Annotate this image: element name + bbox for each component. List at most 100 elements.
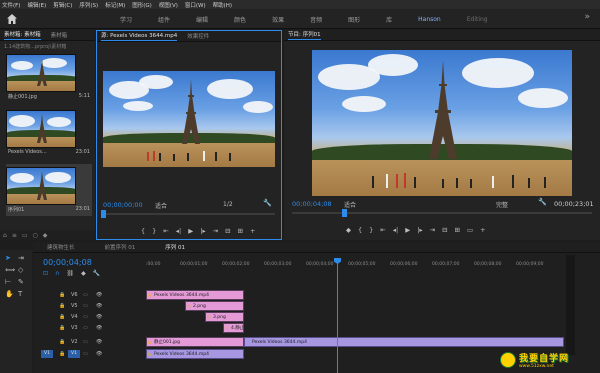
lock-icon[interactable]: 🔒: [59, 351, 65, 357]
menu-file[interactable]: 文件(F): [2, 1, 20, 9]
workspace-effects[interactable]: 效果: [272, 15, 284, 24]
source-resolution-select[interactable]: 1/2: [223, 201, 233, 208]
go-to-out-icon[interactable]: ⇥: [430, 226, 435, 234]
eye-icon[interactable]: 👁: [96, 303, 102, 309]
export-frame-icon[interactable]: ▭: [467, 226, 473, 234]
workspace-color[interactable]: 颜色: [234, 15, 246, 24]
workspace-audio[interactable]: 音频: [310, 15, 322, 24]
menu-sequence[interactable]: 序列(S): [79, 1, 98, 9]
mark-in-icon[interactable]: {: [141, 227, 145, 235]
wrench-icon[interactable]: 🔧: [538, 198, 547, 206]
sync-lock-icon[interactable]: ▭: [83, 303, 88, 309]
go-to-in-icon[interactable]: ⇤: [380, 226, 385, 234]
project-item-still[interactable]: 静止001.jpg 5:11: [6, 54, 92, 101]
menu-window[interactable]: 窗口(W): [185, 1, 206, 9]
lock-icon[interactable]: 🔒: [59, 314, 65, 320]
clip-v1-video[interactable]: Pexels Videos 3644.mp4: [146, 349, 244, 359]
menu-graphics[interactable]: 图形(G): [132, 1, 152, 9]
mark-out-icon[interactable]: }: [152, 227, 156, 235]
eye-icon[interactable]: 👁: [96, 314, 102, 320]
project-item-video[interactable]: Pexels Videos... 23:01: [6, 110, 92, 156]
workspace-hanson[interactable]: Hanson: [418, 16, 441, 23]
lock-icon[interactable]: 🔒: [59, 325, 65, 331]
add-button-icon[interactable]: +: [250, 227, 255, 235]
program-fit-select[interactable]: 适合: [344, 200, 356, 209]
timeline-playhead[interactable]: [337, 260, 338, 373]
slip-tool-icon[interactable]: ⊢: [5, 278, 11, 286]
clip-v3-still[interactable]: 4.静止: [223, 323, 244, 333]
tab-sequence-01[interactable]: 序列 01: [165, 243, 185, 251]
sync-lock-icon[interactable]: ▭: [83, 314, 88, 320]
clip-v6-video[interactable]: Pexels Videos 3644.mp4: [146, 290, 244, 300]
workspace-editing-en[interactable]: Editing: [467, 16, 488, 23]
play-icon[interactable]: ▶: [188, 227, 193, 235]
go-to-in-icon[interactable]: ⇤: [163, 227, 168, 235]
lock-icon[interactable]: ⌂: [3, 232, 7, 239]
step-back-icon[interactable]: ◂|: [176, 227, 181, 235]
list-view-icon[interactable]: ≡: [12, 232, 17, 239]
source-fit-select[interactable]: 适合: [155, 201, 167, 210]
workspace-assembly[interactable]: 组件: [158, 15, 170, 24]
menu-edit[interactable]: 编辑(E): [27, 1, 46, 9]
menu-view[interactable]: 视图(V): [159, 1, 178, 9]
program-quality-select[interactable]: 完整: [496, 200, 508, 209]
step-back-icon[interactable]: ◂|: [393, 226, 398, 234]
insert-icon[interactable]: ⊟: [225, 227, 230, 235]
home-icon[interactable]: [6, 13, 18, 25]
source-playhead[interactable]: [101, 210, 106, 218]
pen-tool-icon[interactable]: ✎: [18, 278, 24, 286]
clip-v5-2png[interactable]: 2.png: [185, 301, 244, 311]
selection-tool-icon[interactable]: ➤: [5, 254, 11, 262]
add-marker-icon[interactable]: ◆: [81, 270, 86, 277]
menu-help[interactable]: 帮助(H): [213, 1, 232, 9]
source-timecode[interactable]: 00;00;00;00: [103, 201, 143, 209]
tab-nested-sequence[interactable]: 前置序列 01: [105, 243, 136, 251]
tab-bin[interactable]: 素材箱: 素材箱: [4, 30, 41, 40]
eye-icon[interactable]: 👁: [96, 339, 102, 345]
track-select-tool-icon[interactable]: ⇥: [18, 254, 24, 262]
source-scrub-bar[interactable]: [103, 213, 275, 215]
timeline-timecode[interactable]: 00;00;04;08: [43, 258, 92, 267]
ripple-edit-tool-icon[interactable]: ⟺: [5, 266, 15, 274]
mark-out-icon[interactable]: }: [369, 226, 373, 234]
extract-icon[interactable]: ⊞: [455, 226, 460, 234]
go-to-out-icon[interactable]: ⇥: [213, 227, 218, 235]
tab-sequence-building[interactable]: 建筑物生长: [47, 243, 75, 251]
hand-tool-icon[interactable]: ✋: [5, 290, 14, 298]
sync-lock-icon[interactable]: ▭: [83, 292, 88, 298]
menu-clip[interactable]: 剪辑(C): [53, 1, 72, 9]
clip-v2-still001[interactable]: 静止001.jpg: [146, 337, 244, 347]
sync-lock-icon[interactable]: ▭: [83, 325, 88, 331]
step-forward-icon[interactable]: |▸: [200, 227, 205, 235]
track-name[interactable]: V1: [68, 350, 80, 358]
program-scrub-bar[interactable]: [292, 212, 592, 214]
type-tool-icon[interactable]: T: [18, 290, 22, 298]
lock-icon[interactable]: 🔒: [59, 339, 65, 345]
wrench-icon[interactable]: 🔧: [263, 199, 272, 207]
mark-in-icon[interactable]: {: [358, 226, 362, 234]
workspace-graphics[interactable]: 图形: [348, 15, 360, 24]
icon-view-icon[interactable]: ▭: [22, 232, 28, 239]
play-icon[interactable]: ▶: [405, 226, 410, 234]
sort-icon[interactable]: ◆: [43, 232, 48, 239]
razor-tool-icon[interactable]: ◇: [18, 266, 23, 274]
step-forward-icon[interactable]: |▸: [417, 226, 422, 234]
snap-icon[interactable]: ∩: [55, 270, 59, 277]
tab-source[interactable]: 源: Pexels Videos 3644.mp4: [101, 31, 178, 41]
program-timecode[interactable]: 00;00;04;08: [292, 200, 332, 208]
nest-icon[interactable]: ⊡: [43, 270, 48, 277]
source-patch-v1[interactable]: V1: [41, 350, 53, 358]
add-marker-icon[interactable]: ◆: [346, 226, 351, 234]
clip-v4-3png[interactable]: 3.png: [205, 312, 244, 322]
lift-icon[interactable]: ⊟: [442, 226, 447, 234]
eye-icon[interactable]: 👁: [96, 292, 102, 298]
menu-marker[interactable]: 标记(M): [105, 1, 125, 9]
project-item-sequence[interactable]: 序列01 23:01: [6, 164, 92, 216]
wrench-icon[interactable]: 🔧: [93, 270, 100, 277]
lock-icon[interactable]: 🔒: [59, 303, 65, 309]
overwrite-icon[interactable]: ⊞: [238, 227, 243, 235]
workspace-more-button[interactable]: »: [584, 12, 590, 22]
lock-icon[interactable]: 🔒: [59, 292, 65, 298]
tab-effect-controls[interactable]: 效果控件: [187, 32, 209, 40]
clip-v2-video[interactable]: Pexels Videos 3644.mp4: [244, 337, 564, 347]
